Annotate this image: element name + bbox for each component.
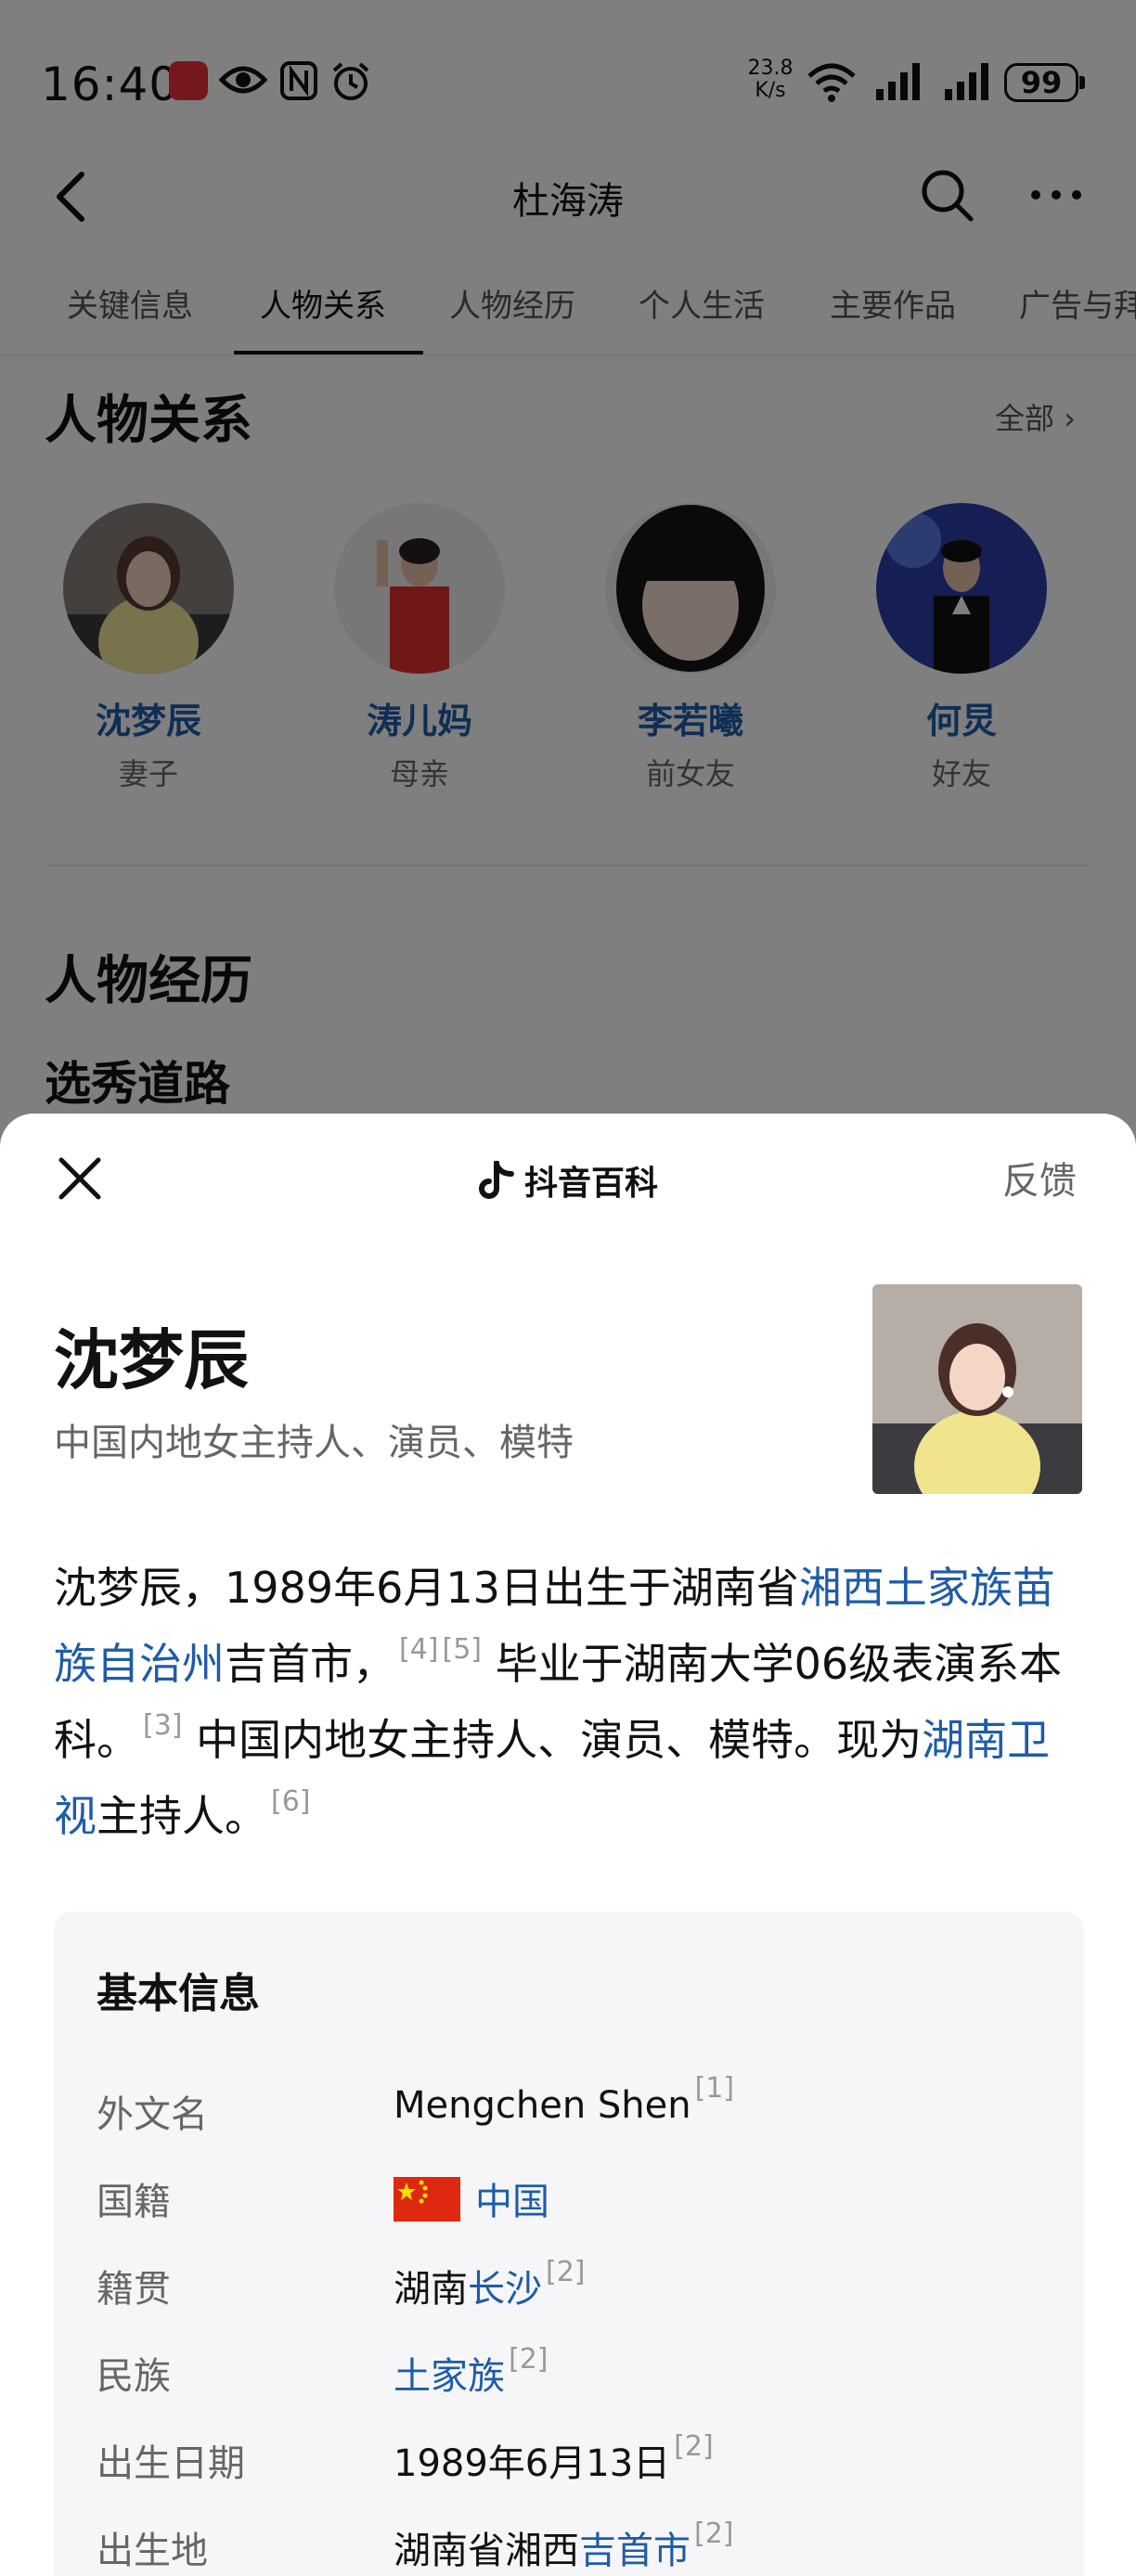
modal-overlay[interactable] (0, 0, 1136, 1151)
summary-text: 中国内地女主持人、演员、模特。现为 (196, 1715, 923, 1765)
info-value: 中国 (394, 2171, 549, 2225)
summary-text: 吉首市， (225, 1639, 395, 1689)
citation-ref[interactable]: [2] (674, 2430, 714, 2463)
citation-ref[interactable]: [2] (546, 2256, 586, 2288)
info-value-text: Mengchen Shen (394, 2084, 691, 2127)
citation-ref[interactable]: [6] (271, 1785, 311, 1818)
info-row: 国籍 中国 (97, 2162, 1043, 2227)
encyclopedia-sheet: 抖音百科 反馈 沈梦辰 中国内地女主持人、演员、模特 沈梦辰，1989年6月13… (0, 1114, 1136, 2576)
info-key: 外文名 (97, 2093, 208, 2136)
info-value: 土家族 [2] (394, 2346, 549, 2400)
info-value-text: 湖南 (394, 2268, 468, 2311)
info-value: 湖南省湘西吉首市 [2] (394, 2520, 734, 2574)
info-value-link[interactable]: 中国 (475, 2181, 549, 2223)
summary-paragraph: 沈梦辰，1989年6月13日出生于湖南省湘西土家族苗族自治州吉首市， [4] [5]… (54, 1550, 1084, 1854)
person-photo[interactable] (872, 1284, 1082, 1494)
citation-ref[interactable]: [2] (509, 2343, 549, 2376)
info-value-link[interactable]: 长沙 (468, 2268, 542, 2311)
brand-name: 抖音百科 (523, 1165, 658, 1203)
info-key: 出生日期 (97, 2442, 245, 2485)
douyin-logo-icon (479, 1161, 514, 1199)
person-name: 沈梦辰 (54, 1322, 249, 1398)
citation-ref[interactable]: [3] (143, 1709, 183, 1742)
info-value-link[interactable]: 吉首市 (579, 2530, 691, 2572)
info-key: 民族 (97, 2355, 171, 2398)
summary-text: 沈梦辰，1989年6月13日出生于湖南省 (54, 1563, 799, 1613)
info-row: 出生日期 1989年6月13日 [2] (97, 2424, 1043, 2489)
citation-ref[interactable]: [5] (443, 1633, 483, 1666)
info-row: 民族 土家族 [2] (97, 2337, 1043, 2402)
info-value: 1989年6月13日 [2] (394, 2433, 714, 2487)
citation-ref[interactable]: [4] (399, 1633, 439, 1666)
brand-header: 抖音百科 (0, 1156, 1136, 1204)
info-key: 籍贯 (97, 2268, 171, 2311)
person-title: 中国内地女主持人、演员、模特 (54, 1422, 574, 1464)
info-row: 籍贯 湖南长沙 [2] (97, 2249, 1043, 2314)
info-key: 出生地 (97, 2530, 208, 2572)
info-value: Mengchen Shen [1] (394, 2075, 734, 2128)
info-value: 湖南长沙 [2] (394, 2259, 586, 2312)
info-value-text: 湖南省湘西 (394, 2530, 579, 2572)
info-key: 国籍 (97, 2181, 171, 2223)
info-value-text: 1989年6月13日 (394, 2442, 671, 2485)
citation-ref[interactable]: [1] (695, 2072, 735, 2105)
basic-info-title: 基本信息 (97, 1970, 260, 2017)
basic-info-card: 基本信息 外文名 Mengchen Shen [1] 国籍 中国 籍贯 湖南长沙[… (54, 1912, 1084, 2576)
summary-text: 主持人。 (97, 1791, 267, 1841)
info-row: 出生地 湖南省湘西吉首市 [2] (97, 2511, 1043, 2576)
info-value-link[interactable]: 土家族 (394, 2355, 505, 2398)
china-flag-icon (394, 2177, 460, 2222)
info-row: 外文名 Mengchen Shen [1] (97, 2075, 1043, 2140)
feedback-button[interactable]: 反馈 (1002, 1151, 1077, 1204)
citation-ref[interactable]: [2] (694, 2518, 734, 2550)
